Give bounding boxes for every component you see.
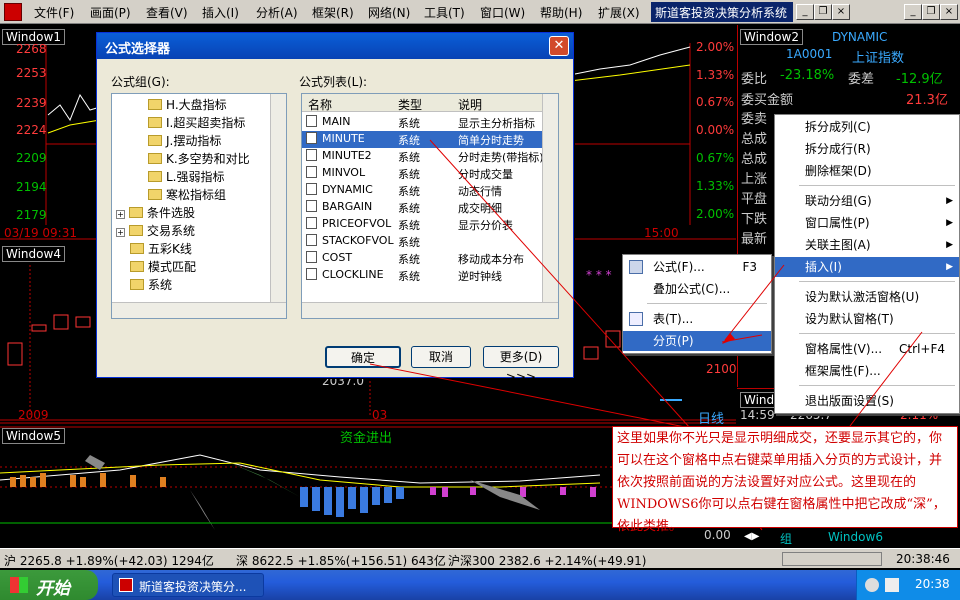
windows-logo-icon — [10, 577, 28, 593]
status-time: 20:38:46 — [896, 552, 950, 566]
annotation-note: 这里如果你不光只是显示明细成交，还要显示其它的，你可以在这个窗格中点右键菜单用插… — [612, 426, 958, 534]
start-button[interactable]: 开始 — [0, 570, 98, 600]
status-tool-icons[interactable] — [782, 552, 882, 566]
speaker-icon[interactable] — [885, 578, 899, 592]
clock: 20:38 — [915, 577, 950, 591]
app-logo-icon — [119, 578, 133, 592]
system-tray: 20:38 — [856, 570, 960, 600]
tray-icon[interactable] — [865, 578, 879, 592]
taskbar: 开始 斯道客投资决策分... 20:38 — [0, 570, 960, 600]
status-shenzhen: 深 8622.5 +1.85%(+156.51) 643亿 — [236, 554, 446, 568]
status-bar: 沪 2265.8 +1.89%(+42.03) 1294亿 深 8622.5 +… — [0, 548, 960, 568]
taskbar-app-button[interactable]: 斯道客投资决策分... — [112, 573, 264, 597]
status-hs300: 沪深300 2382.6 +2.14%(+49.91) — [448, 554, 647, 568]
status-shanghai: 沪 2265.8 +1.89%(+42.03) 1294亿 — [4, 554, 214, 568]
